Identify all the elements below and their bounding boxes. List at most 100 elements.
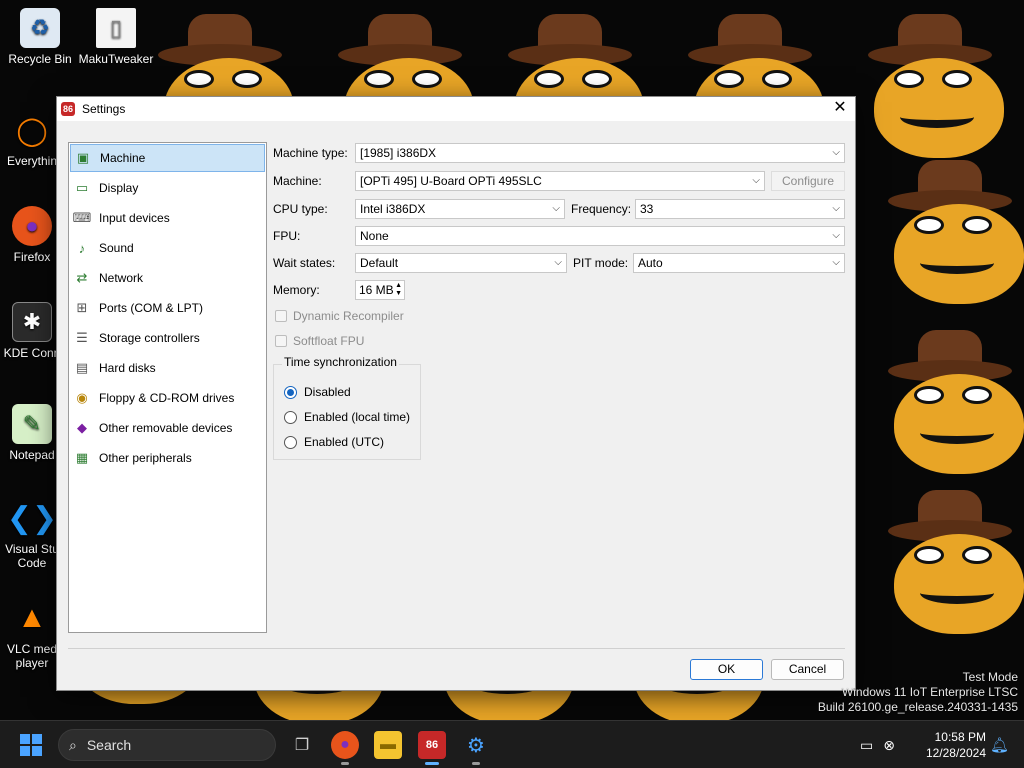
kde-connect-icon: ✱ [12, 302, 52, 342]
wait-states-select[interactable]: Default ⌵ [355, 253, 567, 273]
taskbar-86box[interactable]: 86 [418, 731, 446, 765]
sidebar-item-other-peripherals[interactable]: ▦ Other peripherals [69, 443, 266, 473]
sidebar-item-label: Hard disks [99, 361, 156, 375]
floppy-cdrom-icon: ◉ [76, 390, 88, 405]
title-bar[interactable]: 86 Settings ✕ [57, 97, 855, 121]
sidebar-item-label: Input devices [99, 211, 170, 225]
peripherals-icon: ▦ [75, 450, 89, 465]
sidebar-item-label: Display [99, 181, 139, 195]
desktop-icon-notepad[interactable]: ✎ Notepad [0, 404, 64, 462]
wait-states-label: Wait states: [273, 256, 336, 270]
taskbar-firefox[interactable]: ● [331, 731, 359, 765]
86box-app-icon: 86 [61, 102, 75, 116]
sidebar-item-label: Other peripherals [99, 451, 192, 465]
memory-value: 16 MB [359, 283, 394, 297]
sidebar-item-label: Machine [100, 151, 146, 165]
machine-type-select[interactable]: [1985] i386DX ⌵ [355, 143, 845, 163]
network-status-icon[interactable]: ▭ [860, 737, 873, 754]
taskbar-search[interactable]: ⌕ Search [58, 729, 276, 761]
sidebar-item-floppy-cdrom[interactable]: ◉ Floppy & CD-ROM drives [69, 383, 266, 413]
softfloat-fpu-checkbox[interactable]: Softfloat FPU [275, 334, 364, 348]
display-icon: ▭ [75, 180, 89, 195]
machine-select[interactable]: [OPTi 495] U-Board OPTi 495SLC ⌵ [355, 171, 765, 191]
chevron-down-icon: ⌵ [832, 257, 840, 268]
desktop-icon-makutweaker[interactable]: ▯ MakuTweaker [76, 8, 156, 66]
desktop-icon-recycle-bin[interactable]: ♻ Recycle Bin [0, 8, 80, 66]
ports-icon: ⊞ [76, 300, 88, 315]
taskbar-file-explorer[interactable]: ▬ [374, 731, 402, 759]
pit-mode-value: Auto [638, 256, 663, 270]
time-sync-local-radio[interactable]: Enabled (local time) [284, 410, 410, 424]
everything-search-icon: ◯ [16, 114, 48, 146]
memory-spinbox[interactable]: 16 MB ▲ ▼ [355, 280, 405, 300]
desktop-icon-firefox[interactable]: ● Firefox [0, 206, 64, 264]
window-title: Settings [82, 102, 126, 116]
running-indicator [472, 762, 480, 765]
radio-icon [284, 410, 297, 424]
sidebar-item-label: Ports (COM & LPT) [99, 301, 204, 315]
vlc-icon: ▲ [17, 601, 47, 634]
sidebar-item-ports[interactable]: ⊞ Ports (COM & LPT) [69, 293, 266, 323]
task-view-button[interactable]: ❐ [288, 731, 316, 759]
taskbar: ⌕ Search ❐ ● ▬ 86 ⚙ ▭ ⊗ 10:58 PM 12/28/2… [0, 720, 1024, 768]
taskbar-clock[interactable]: 10:58 PM 12/28/2024 [916, 729, 986, 761]
chevron-down-icon: ⌵ [832, 203, 840, 214]
sidebar-item-display[interactable]: ▭ Display [69, 173, 266, 203]
cpu-type-select[interactable]: Intel i386DX ⌵ [355, 199, 565, 219]
radio-selected-icon [284, 385, 297, 399]
machine-value: [OPTi 495] U-Board OPTi 495SLC [360, 174, 542, 188]
notepad-icon: ✎ [12, 404, 52, 444]
ok-button[interactable]: OK [690, 659, 763, 680]
removable-devices-icon: ◆ [77, 420, 87, 435]
system-tray: ▭ ⊗ [860, 721, 895, 768]
fpu-label: FPU: [273, 229, 301, 243]
watermark-line: Windows 11 IoT Enterprise LTSC [841, 685, 1018, 699]
machine-type-value: [1985] i386DX [360, 146, 437, 160]
chevron-down-icon: ⌵ [832, 147, 840, 158]
desktop-icon-kde-connect[interactable]: ✱ KDE Conn [0, 302, 64, 360]
radio-label: Enabled (local time) [304, 410, 411, 424]
desktop-icon-everything[interactable]: ◯ Everythin [0, 110, 64, 169]
fpu-select[interactable]: None ⌵ [355, 226, 845, 246]
volume-muted-icon[interactable]: ⊗ [883, 737, 895, 754]
notification-bell-icon[interactable]: 🔔︎ [990, 721, 1009, 768]
sidebar-item-label: Floppy & CD-ROM drives [99, 391, 235, 405]
taskbar-settings[interactable]: ⚙ [462, 731, 490, 765]
task-view-icon: ❐ [294, 737, 310, 754]
desktop-icon-vlc[interactable]: ▲ VLC med player [0, 598, 64, 670]
frequency-label: Frequency: [571, 202, 632, 216]
cpu-type-value: Intel i386DX [360, 202, 426, 216]
firefox-icon: ● [12, 206, 52, 246]
sound-icon: ♪ [78, 240, 86, 256]
sidebar-item-network[interactable]: ⇄ Network [69, 263, 266, 293]
dynamic-recompiler-label: Dynamic Recompiler [293, 309, 404, 323]
sidebar-item-machine[interactable]: ▣ Machine [70, 144, 265, 172]
chevron-down-icon: ⌵ [832, 230, 840, 241]
start-button[interactable] [20, 734, 42, 756]
dynamic-recompiler-checkbox[interactable]: Dynamic Recompiler [275, 309, 404, 323]
running-indicator [341, 762, 349, 765]
86box-icon: 86 [425, 739, 439, 751]
sidebar-item-hard-disks[interactable]: ▤ Hard disks [69, 353, 266, 383]
checkbox-box [275, 310, 287, 322]
time-sync-disabled-radio[interactable]: Disabled [284, 385, 351, 399]
close-button[interactable]: ✕ [825, 97, 855, 121]
desktop-icon-vscode[interactable]: ❮❯ Visual Stu Code [0, 498, 64, 571]
clock-time: 10:58 PM [934, 730, 986, 744]
configure-button[interactable]: Configure [771, 171, 845, 191]
sidebar-item-input-devices[interactable]: ⌨ Input devices [69, 203, 266, 233]
sidebar-item-sound[interactable]: ♪ Sound [69, 233, 266, 263]
machine-settings-panel: Machine type: [1985] i386DX ⌵ Machine: [… [273, 142, 851, 462]
machine-icon: ▣ [76, 150, 90, 165]
search-icon: ⌕ [69, 736, 77, 753]
firefox-icon: ● [340, 736, 350, 753]
time-sync-utc-radio[interactable]: Enabled (UTC) [284, 435, 384, 449]
watermark-line: Test Mode [962, 670, 1018, 684]
sidebar-item-storage-controllers[interactable]: ☰ Storage controllers [69, 323, 266, 353]
frequency-select[interactable]: 33 ⌵ [635, 199, 845, 219]
spin-arrows-icon[interactable]: ▲ ▼ [395, 282, 402, 298]
sidebar-item-removable-devices[interactable]: ◆ Other removable devices [69, 413, 266, 443]
search-placeholder: Search [86, 737, 132, 753]
pit-mode-select[interactable]: Auto ⌵ [633, 253, 845, 273]
wallpaper-frog [880, 160, 1024, 310]
